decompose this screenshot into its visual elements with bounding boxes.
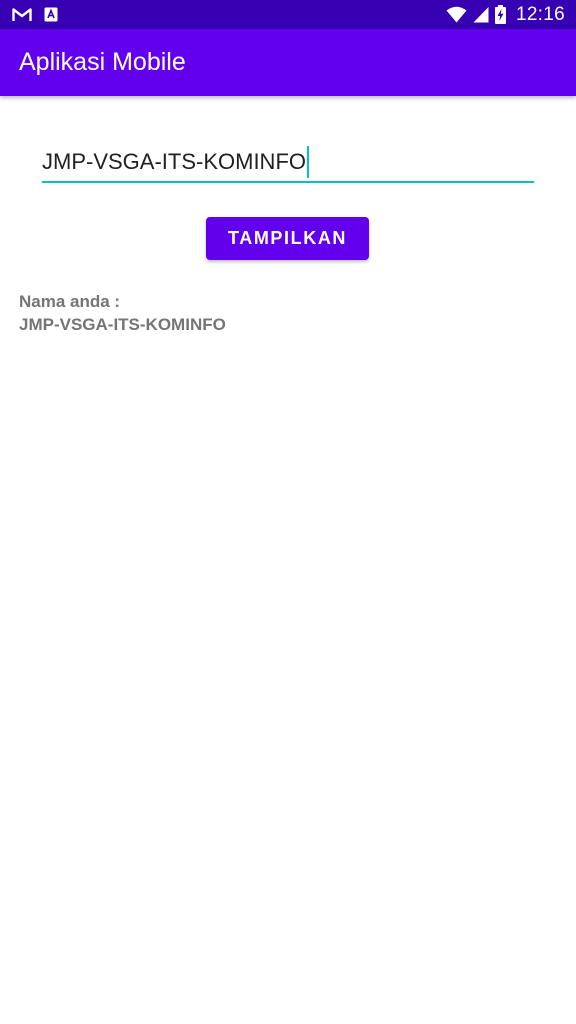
gmail-icon [12, 7, 32, 22]
result-output: Nama anda : JMP-VSGA-ITS-KOMINFO [19, 290, 226, 336]
status-bar-system: 12:16 [446, 4, 576, 26]
clock: 12:16 [515, 3, 565, 25]
text-cursor [307, 146, 309, 178]
name-input[interactable]: JMP-VSGA-ITS-KOMINFO [42, 140, 534, 183]
tampilkan-button[interactable]: TAMPILKAN [206, 217, 369, 260]
signal-icon [473, 6, 489, 23]
app-bar: Aplikasi Mobile [0, 29, 576, 96]
status-bar-notifications [0, 7, 58, 22]
result-label: Nama anda : [19, 292, 121, 311]
battery-charging-icon [494, 5, 506, 24]
name-input-value[interactable]: JMP-VSGA-ITS-KOMINFO [42, 140, 306, 184]
app-title: Aplikasi Mobile [19, 48, 186, 76]
wifi-icon [446, 6, 467, 23]
result-value: JMP-VSGA-ITS-KOMINFO [19, 315, 226, 334]
status-bar: 12:16 [0, 0, 576, 29]
android-app-icon [44, 7, 58, 22]
